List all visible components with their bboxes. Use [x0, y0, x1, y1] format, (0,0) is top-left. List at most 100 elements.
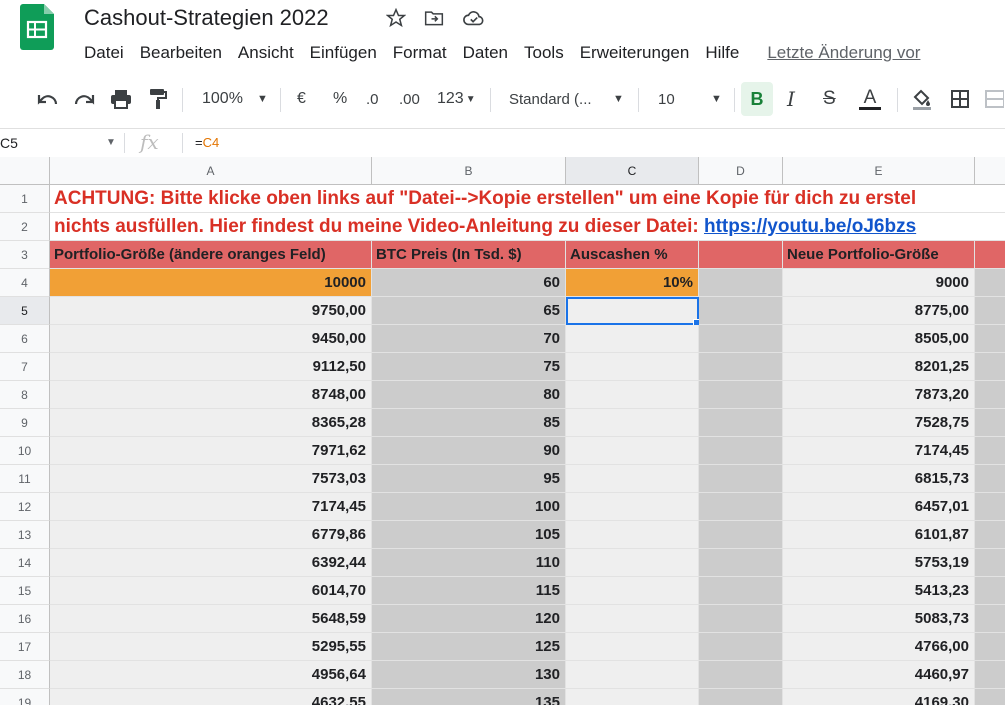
cashout-cell[interactable]: [566, 605, 699, 633]
percent-button[interactable]: %: [333, 82, 347, 116]
star-icon[interactable]: [384, 6, 408, 30]
empty-cell[interactable]: [699, 353, 783, 381]
row-header[interactable]: 1: [0, 185, 50, 213]
empty-cell[interactable]: [975, 661, 1005, 689]
new-portfolio-cell[interactable]: 7873,20: [783, 381, 975, 409]
new-portfolio-cell[interactable]: 7174,45: [783, 437, 975, 465]
row-header[interactable]: 7: [0, 353, 50, 381]
fill-color-icon[interactable]: [910, 82, 934, 116]
new-portfolio-cell[interactable]: 7528,75: [783, 409, 975, 437]
row-header[interactable]: 12: [0, 493, 50, 521]
btc-price-cell[interactable]: 120: [372, 605, 566, 633]
new-portfolio-cell[interactable]: 5753,19: [783, 549, 975, 577]
menu-einfuegen[interactable]: Einfügen: [302, 40, 385, 66]
redo-icon[interactable]: [72, 82, 98, 116]
header-portfolio-size[interactable]: Portfolio-Größe (ändere oranges Feld): [50, 241, 372, 269]
row-header[interactable]: 10: [0, 437, 50, 465]
cashout-cell[interactable]: [566, 521, 699, 549]
new-portfolio-cell[interactable]: 4766,00: [783, 633, 975, 661]
row-header[interactable]: 18: [0, 661, 50, 689]
more-formats-button[interactable]: 123 ▼: [437, 82, 476, 116]
row-header[interactable]: 4: [0, 269, 50, 297]
empty-cell[interactable]: [699, 605, 783, 633]
cashout-cell[interactable]: [566, 465, 699, 493]
empty-cell[interactable]: [975, 409, 1005, 437]
portfolio-size-cell[interactable]: 9750,00: [50, 297, 372, 325]
empty-cell[interactable]: [699, 633, 783, 661]
portfolio-size-cell[interactable]: 7971,62: [50, 437, 372, 465]
column-header-f[interactable]: [975, 157, 1005, 185]
btc-price-cell[interactable]: 70: [372, 325, 566, 353]
btc-price-cell[interactable]: 65: [372, 297, 566, 325]
empty-cell[interactable]: [975, 689, 1005, 705]
new-portfolio-cell[interactable]: 8775,00: [783, 297, 975, 325]
menu-daten[interactable]: Daten: [455, 40, 516, 66]
new-portfolio-cell[interactable]: 4460,97: [783, 661, 975, 689]
empty-cell[interactable]: [699, 381, 783, 409]
select-all-corner[interactable]: [0, 157, 50, 185]
header-btc-price[interactable]: BTC Preis (In Tsd. $): [372, 241, 566, 269]
portfolio-size-cell[interactable]: 8365,28: [50, 409, 372, 437]
empty-cell[interactable]: [699, 493, 783, 521]
last-edit-link[interactable]: Letzte Änderung vor: [759, 40, 928, 66]
sheets-logo-icon[interactable]: [20, 4, 54, 50]
empty-cell[interactable]: [975, 577, 1005, 605]
portfolio-size-cell[interactable]: 7174,45: [50, 493, 372, 521]
cashout-cell[interactable]: [566, 325, 699, 353]
row-header[interactable]: 5: [0, 297, 50, 325]
new-portfolio-cell[interactable]: 9000: [783, 269, 975, 297]
empty-cell[interactable]: [975, 353, 1005, 381]
portfolio-size-cell[interactable]: 9112,50: [50, 353, 372, 381]
text-color-button[interactable]: A: [859, 82, 881, 116]
cashout-cell[interactable]: [566, 689, 699, 705]
row-header[interactable]: 11: [0, 465, 50, 493]
merge-icon[interactable]: [984, 82, 1004, 116]
btc-price-cell[interactable]: 105: [372, 521, 566, 549]
currency-button[interactable]: €: [297, 82, 306, 116]
empty-cell[interactable]: [975, 521, 1005, 549]
btc-price-cell[interactable]: 100: [372, 493, 566, 521]
zoom-select[interactable]: 100%: [202, 82, 243, 116]
row-header[interactable]: 2: [0, 213, 50, 241]
menu-format[interactable]: Format: [385, 40, 455, 66]
new-portfolio-cell[interactable]: 8505,00: [783, 325, 975, 353]
borders-icon[interactable]: [948, 82, 972, 116]
row-header[interactable]: 3: [0, 241, 50, 269]
empty-cell[interactable]: [975, 325, 1005, 353]
menu-hilfe[interactable]: Hilfe: [697, 40, 747, 66]
name-box[interactable]: C5 ▼: [0, 129, 120, 157]
empty-cell[interactable]: [975, 633, 1005, 661]
column-header-a[interactable]: A: [50, 157, 372, 185]
empty-cell[interactable]: [975, 549, 1005, 577]
empty-cell[interactable]: [975, 381, 1005, 409]
increase-decimals-button[interactable]: .00: [399, 82, 420, 116]
empty-cell[interactable]: [975, 437, 1005, 465]
btc-price-cell[interactable]: 125: [372, 633, 566, 661]
portfolio-size-cell[interactable]: 6779,86: [50, 521, 372, 549]
cashout-cell[interactable]: [566, 493, 699, 521]
font-size-dropdown-icon[interactable]: ▼: [711, 82, 722, 116]
bold-button[interactable]: B: [741, 82, 773, 116]
btc-price-cell[interactable]: 130: [372, 661, 566, 689]
row-header[interactable]: 15: [0, 577, 50, 605]
btc-price-cell[interactable]: 90: [372, 437, 566, 465]
document-title[interactable]: Cashout-Strategien 2022: [84, 4, 329, 32]
menu-tools[interactable]: Tools: [516, 40, 572, 66]
cashout-cell[interactable]: [566, 577, 699, 605]
btc-price-cell[interactable]: 95: [372, 465, 566, 493]
btc-price-cell[interactable]: 80: [372, 381, 566, 409]
btc-price-cell[interactable]: 85: [372, 409, 566, 437]
empty-cell[interactable]: [699, 549, 783, 577]
btc-price-cell[interactable]: 60: [372, 269, 566, 297]
row-header[interactable]: 17: [0, 633, 50, 661]
portfolio-size-cell[interactable]: 4956,64: [50, 661, 372, 689]
column-header-c[interactable]: C: [566, 157, 699, 185]
cashout-cell[interactable]: [566, 353, 699, 381]
column-header-e[interactable]: E: [783, 157, 975, 185]
row-header[interactable]: 16: [0, 605, 50, 633]
new-portfolio-cell[interactable]: 8201,25: [783, 353, 975, 381]
portfolio-size-cell[interactable]: 5295,55: [50, 633, 372, 661]
video-link[interactable]: https://youtu.be/oJ6bzs: [704, 216, 916, 237]
empty-cell[interactable]: [699, 661, 783, 689]
empty-cell[interactable]: [699, 409, 783, 437]
